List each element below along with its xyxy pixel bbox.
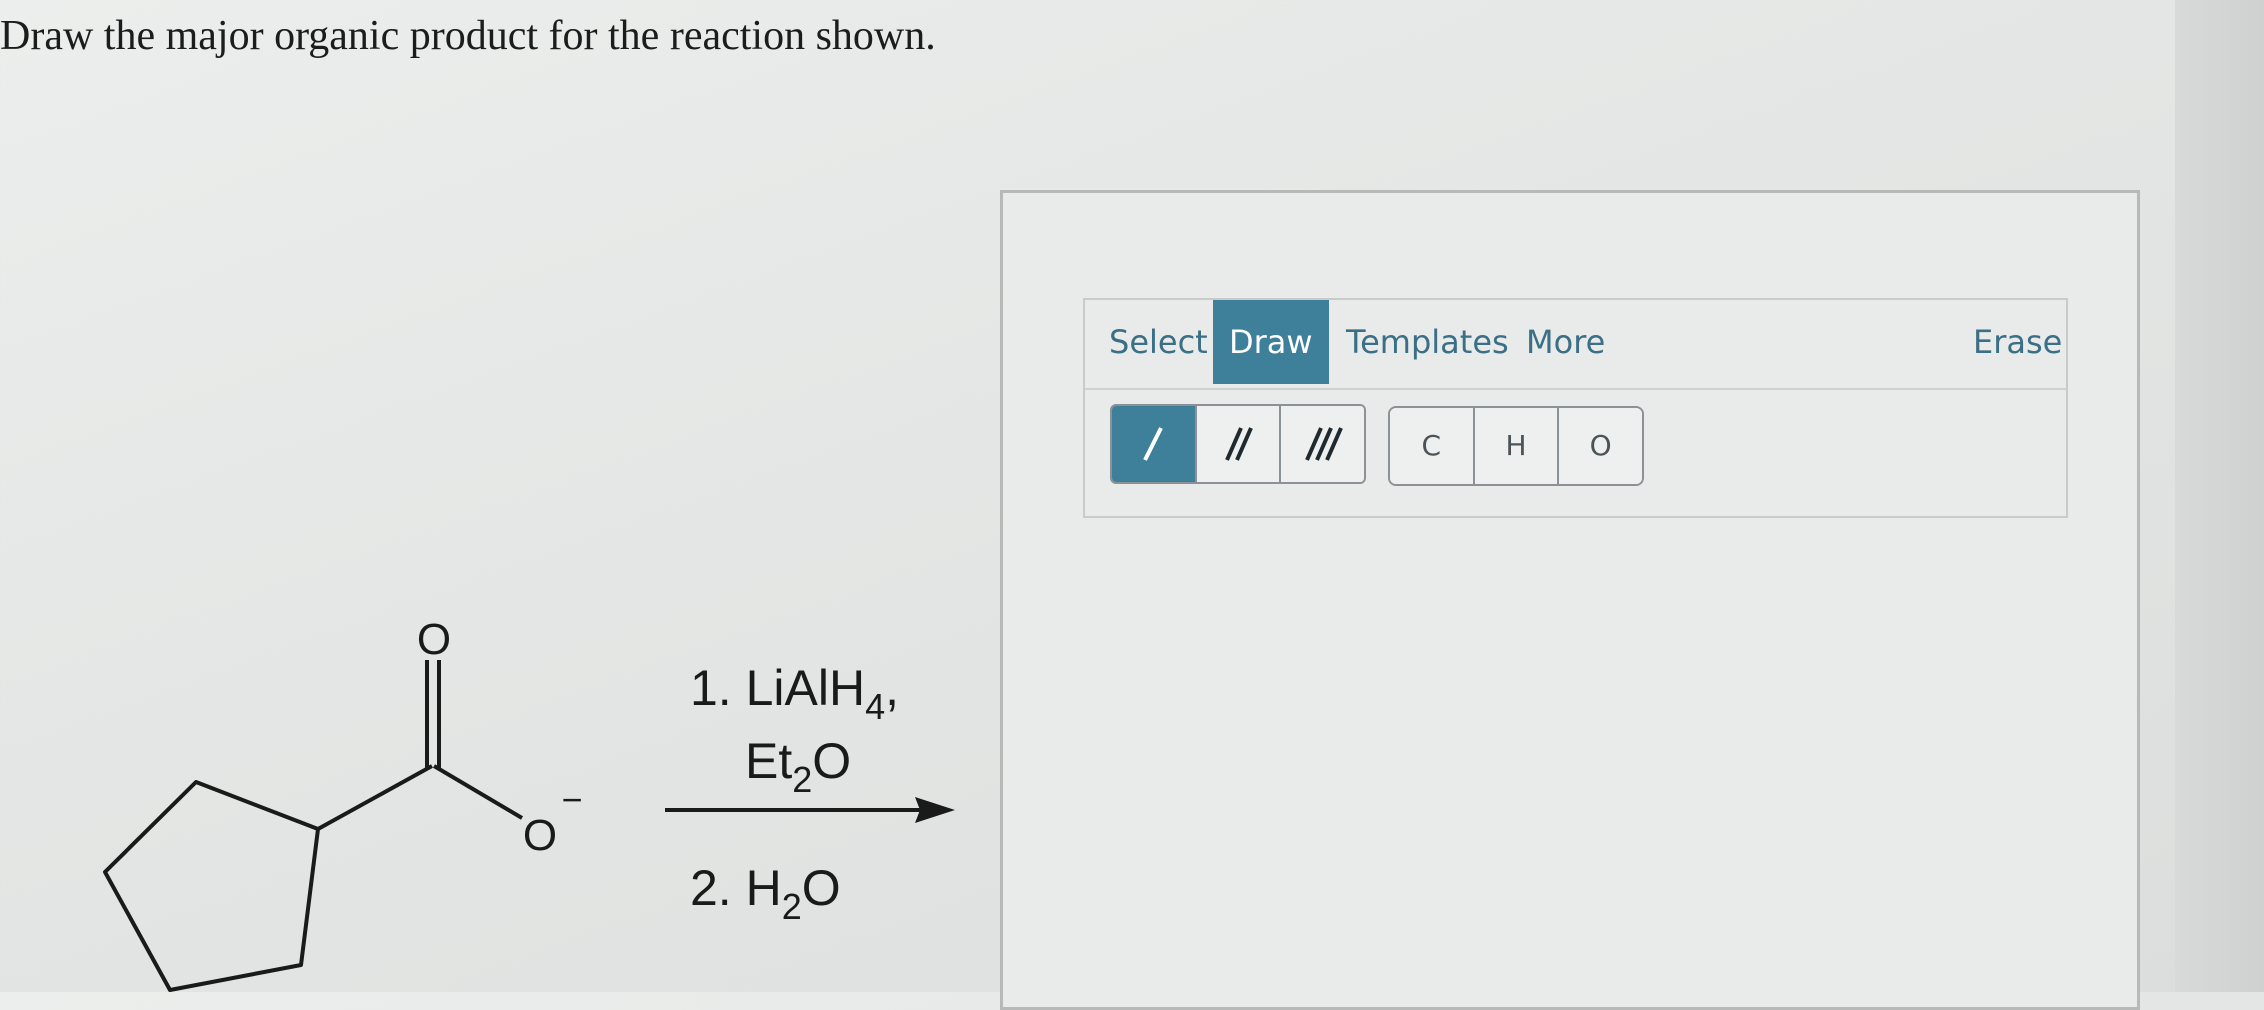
cyclopentane-ring — [103, 780, 320, 992]
reagent-step-1: 1. LiAlH4, — [690, 660, 899, 727]
atom-carbon-button[interactable]: C — [1390, 408, 1475, 484]
tab-draw[interactable]: Draw — [1213, 300, 1329, 384]
carbon-oxygen-single-bond — [432, 764, 524, 820]
negative-charge: − — [561, 779, 582, 820]
double-bond-button[interactable] — [1196, 406, 1282, 482]
reaction-scheme: O O − 1. LiAlH4, Et2O 2. H2O — [103, 615, 955, 992]
carbonyl-oxygen-label: O — [417, 615, 451, 664]
double-bond-icon — [1225, 427, 1253, 461]
bond-tool-group — [1110, 404, 1366, 484]
tab-select[interactable]: Select — [1093, 300, 1224, 384]
ring-to-carbonyl-bond — [317, 764, 433, 831]
atom-tool-group: C H O — [1388, 406, 1644, 486]
tab-templates[interactable]: Templates — [1330, 300, 1525, 384]
page-edge-shadow — [2175, 0, 2264, 992]
tab-more[interactable]: More — [1510, 300, 1621, 384]
editor-toolbar: Select Draw Templates More Erase C H O — [1083, 298, 2068, 518]
toolbar-tabs: Select Draw Templates More Erase — [1085, 300, 2066, 390]
anion-oxygen-label: O — [523, 811, 557, 860]
erase-button[interactable]: Erase — [1957, 300, 2078, 384]
reagent-solvent: Et2O — [745, 733, 851, 800]
atom-hydrogen-button[interactable]: H — [1474, 408, 1560, 484]
single-bond-icon — [1143, 427, 1164, 461]
triple-bond-icon — [1304, 427, 1343, 461]
reaction-arrow — [665, 797, 955, 823]
reagent-step-2: 2. H2O — [690, 860, 841, 927]
atom-oxygen-button[interactable]: O — [1559, 408, 1642, 484]
single-bond-button[interactable] — [1112, 406, 1197, 482]
triple-bond-button[interactable] — [1281, 406, 1364, 482]
